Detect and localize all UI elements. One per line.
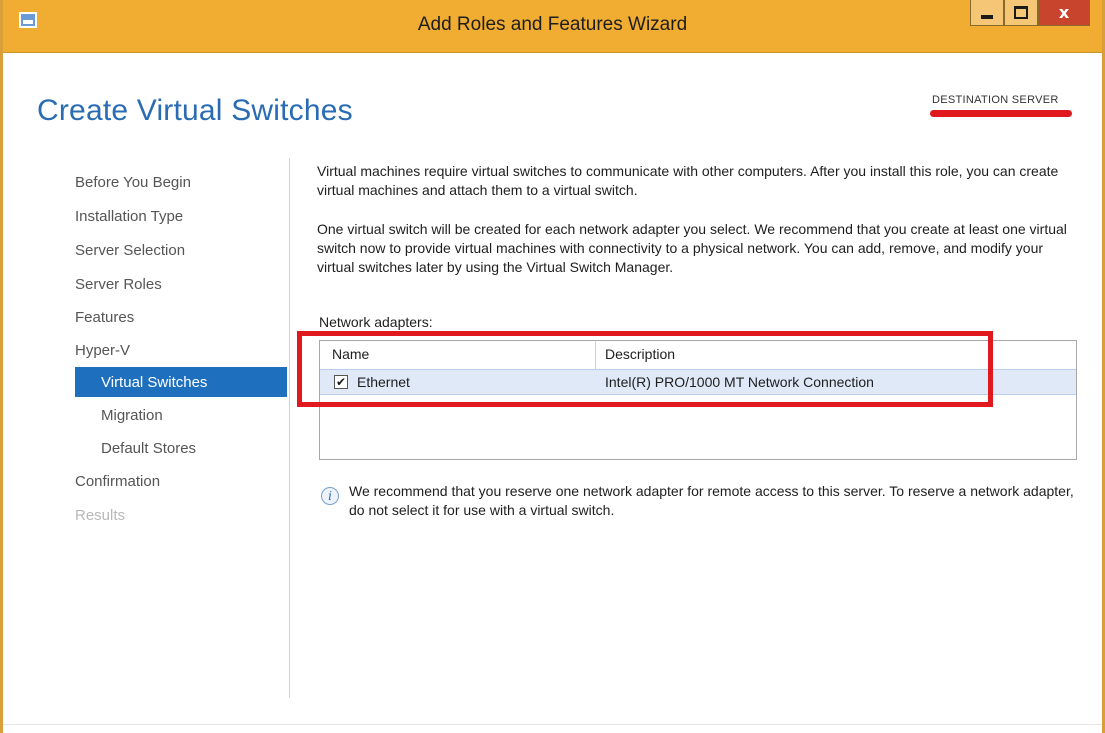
- nav-item-migration[interactable]: Migration: [101, 407, 163, 424]
- footer-divider: [3, 724, 1102, 725]
- nav-item-results: Results: [75, 507, 126, 524]
- nav-item-installation-type[interactable]: Installation Type: [75, 208, 183, 225]
- nav-item-server-selection[interactable]: Server Selection: [75, 242, 185, 259]
- window-title: Add Roles and Features Wizard: [417, 14, 688, 35]
- network-adapters-label: Network adapters:: [319, 314, 433, 330]
- redaction-mark: [930, 110, 1072, 117]
- nav-item-before-you-begin[interactable]: Before You Begin: [75, 174, 191, 191]
- nav-item-features[interactable]: Features: [75, 309, 134, 326]
- page-title: Create Virtual Switches: [37, 94, 353, 127]
- nav-item-confirmation[interactable]: Confirmation: [75, 473, 160, 490]
- nav-item-hyper-v[interactable]: Hyper-V: [75, 342, 130, 359]
- title-bar[interactable]: Add Roles and Features Wizard x: [3, 0, 1102, 53]
- intro-paragraph: Virtual machines require virtual switche…: [317, 163, 1059, 198]
- adapter-paragraph: One virtual switch will be created for e…: [317, 221, 1067, 275]
- minimize-icon: [981, 14, 993, 19]
- nav-item-default-stores[interactable]: Default Stores: [101, 440, 196, 457]
- minimize-button[interactable]: [970, 0, 1004, 26]
- annotation-highlight-box: [297, 331, 993, 407]
- info-icon: i: [321, 487, 339, 505]
- destination-server-label: DESTINATION SERVER: [932, 94, 1059, 106]
- nav-item-server-roles[interactable]: Server Roles: [75, 276, 162, 293]
- nav-item-virtual-switches[interactable]: Virtual Switches: [101, 374, 207, 391]
- close-button[interactable]: x: [1038, 0, 1090, 26]
- nav-divider: [289, 158, 290, 698]
- wizard-window: Add Roles and Features Wizard x Create V…: [0, 0, 1105, 733]
- maximize-icon: [1014, 6, 1028, 19]
- maximize-button[interactable]: [1004, 0, 1038, 26]
- info-message: We recommend that you reserve one networ…: [349, 483, 1074, 518]
- close-icon: x: [1058, 3, 1070, 22]
